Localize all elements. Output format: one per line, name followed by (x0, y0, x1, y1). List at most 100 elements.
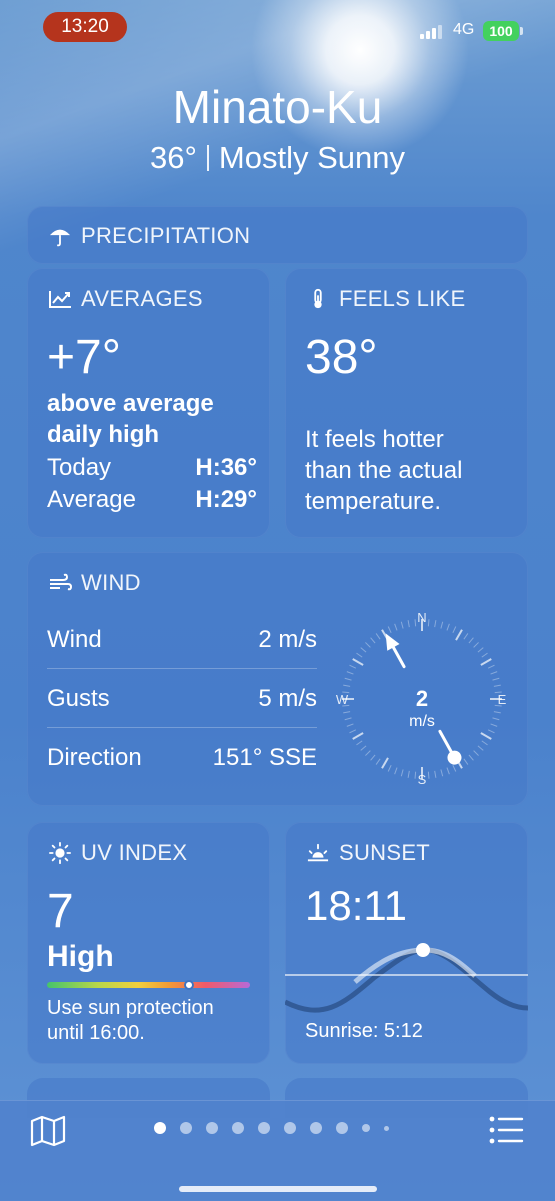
compass-tick (344, 677, 352, 681)
precipitation-card[interactable]: PRECIPITATION (27, 206, 528, 264)
compass-tick (455, 629, 463, 641)
uv-index-title: UV INDEX (81, 840, 188, 865)
battery-icon: 100 (483, 21, 523, 41)
compass-tick (370, 754, 376, 761)
compass-tick (352, 732, 364, 740)
card-header: WIND (47, 570, 141, 596)
compass-tick (481, 740, 488, 746)
city-name: Minato-Ku (172, 81, 383, 133)
compass-tick (394, 767, 398, 775)
page-dot[interactable] (258, 1122, 270, 1134)
page-dot[interactable] (284, 1122, 296, 1134)
page-dot[interactable] (206, 1122, 218, 1134)
compass-tick (434, 770, 437, 778)
compass-tick (407, 620, 410, 628)
feels-desc-line: temperature. (305, 488, 442, 515)
status-time[interactable]: 13:20 (43, 12, 127, 42)
feels-like-title: FEELS LIKE (339, 286, 466, 311)
compass-tick (487, 729, 495, 734)
page-dot[interactable] (232, 1122, 244, 1134)
compass-tick (349, 664, 357, 669)
average-label: Average (47, 486, 136, 513)
wind-card[interactable]: WIND Wind 2 m/s Gusts 5 m/s Direction 15… (27, 552, 528, 806)
compass-tick (387, 764, 392, 772)
compass-tick (344, 717, 352, 721)
page-dot[interactable] (362, 1124, 370, 1132)
divider (47, 668, 317, 669)
direction-row: Direction 151° SSE (47, 744, 317, 772)
wind-value: 2 m/s (258, 626, 317, 653)
compass-tick (360, 745, 367, 751)
sunset-card[interactable]: SUNSET 18:11 Sunrise: 5:12 (285, 822, 528, 1064)
bottom-toolbar (0, 1100, 555, 1201)
compass-tick (343, 684, 351, 687)
compass-tick (365, 750, 371, 756)
compass-tick (452, 764, 457, 772)
compass-tick (343, 711, 351, 714)
gusts-row: Gusts 5 m/s (47, 685, 317, 713)
compass-tick (414, 771, 417, 779)
compass-tick (490, 671, 498, 675)
compass-tick (365, 642, 371, 648)
compass-tick (352, 658, 364, 666)
sun-path-graph (285, 943, 528, 1013)
page-dot[interactable] (384, 1125, 389, 1131)
compass-tick (400, 621, 404, 629)
compass-tick (468, 637, 474, 644)
compass-tick (427, 619, 430, 627)
page-dot[interactable] (180, 1122, 192, 1134)
card-header: PRECIPITATION (47, 223, 250, 249)
today-label: Today (47, 454, 112, 481)
compass-tick (468, 754, 474, 761)
separator (206, 145, 209, 171)
compass-tick (375, 633, 381, 640)
compass-tick (440, 769, 444, 777)
wind-icon (50, 573, 73, 591)
uv-level-marker (184, 980, 195, 990)
map-icon[interactable] (30, 1115, 66, 1147)
compass-tick (346, 723, 354, 727)
uv-index-level: High (47, 940, 114, 973)
compass-north: N (417, 610, 426, 625)
compass-tick (480, 658, 492, 666)
wind-compass: N E S W 2 m/s (336, 610, 507, 787)
gusts-label: Gusts (47, 685, 110, 712)
card-header: FEELS LIKE (305, 286, 466, 312)
compass-tick (492, 677, 500, 681)
sunset-time: 18:11 (305, 882, 407, 929)
uv-advice-line: until 16:00. (47, 1022, 145, 1044)
feels-desc-line: It feels hotter (305, 426, 444, 453)
wind-title: WIND (81, 570, 141, 595)
feels-like-card[interactable]: FEELS LIKE 38° It feels hotter than the … (285, 268, 528, 538)
weather-condition: Mostly Sunny (218, 140, 405, 175)
today-row: Today H:36° (47, 454, 257, 482)
compass-tick (493, 684, 501, 687)
compass-tick (463, 633, 469, 640)
direction-value: 151° SSE (212, 744, 317, 771)
compass-tick (446, 623, 450, 631)
uv-scale-bar (47, 982, 250, 988)
compass-tick (400, 769, 404, 777)
compass-east: E (498, 692, 507, 707)
umbrella-icon (49, 229, 71, 247)
uv-index-card[interactable]: UV INDEX 7 High Use sun protection until… (27, 822, 270, 1064)
averages-desc-line: daily high (47, 421, 160, 448)
averages-title: AVERAGES (81, 286, 203, 311)
page-dot[interactable] (154, 1122, 166, 1134)
compass-tick (473, 750, 479, 756)
compass-tick (349, 729, 357, 734)
list-icon[interactable] (488, 1115, 524, 1145)
page-dot[interactable] (336, 1122, 348, 1134)
average-value: H:29° (195, 486, 257, 513)
compass-tick (346, 671, 354, 675)
compass-tick (370, 637, 376, 644)
direction-label: Direction (47, 744, 142, 771)
precipitation-title: PRECIPITATION (81, 223, 251, 248)
compass-tick (480, 732, 492, 740)
page-indicator[interactable] (154, 1121, 389, 1135)
feels-like-description: It feels hotter than the actual temperat… (305, 424, 462, 517)
compass-tick (487, 664, 495, 669)
averages-card[interactable]: AVERAGES +7° above average daily high To… (27, 268, 270, 538)
compass-tick (446, 767, 450, 775)
page-dot[interactable] (310, 1122, 322, 1134)
